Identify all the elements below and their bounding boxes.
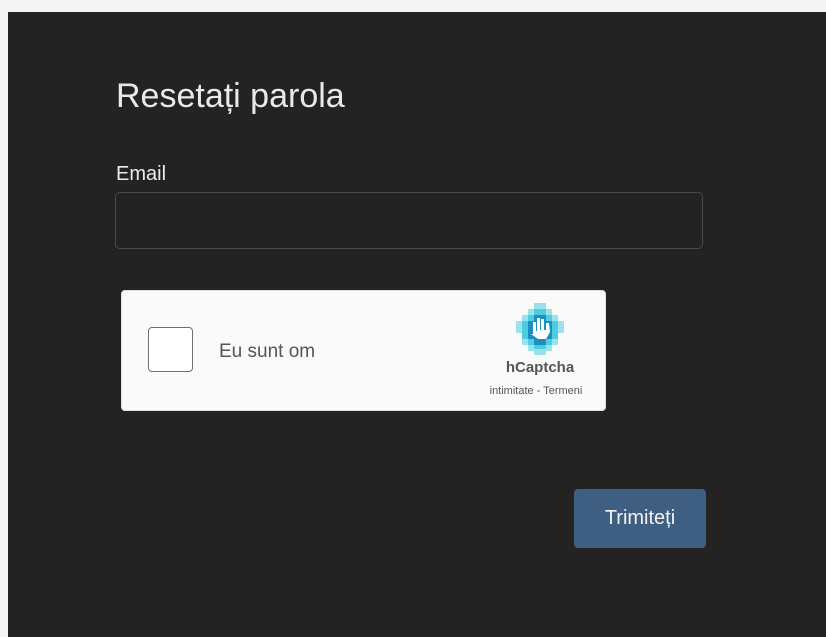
hcaptcha-widget: Eu sunt om hCaptcha intimitate - Termeni [121, 290, 606, 411]
link-separator: - [533, 385, 544, 397]
terms-link[interactable]: Termeni [543, 385, 582, 397]
submit-button[interactable]: Trimiteți [574, 489, 706, 548]
captcha-links: intimitate - Termeni [468, 384, 604, 398]
email-field[interactable] [115, 192, 703, 249]
page-title: Resetați parola [116, 77, 345, 115]
hcaptcha-brand: hCaptcha [505, 359, 575, 376]
email-label: Email [116, 163, 167, 185]
reset-password-panel: Resetați parola Email Eu sunt om hCaptch… [8, 12, 826, 637]
captcha-checkbox[interactable] [148, 327, 193, 372]
captcha-checkbox-label: Eu sunt om [219, 341, 316, 362]
privacy-link[interactable]: intimitate [490, 385, 534, 397]
hcaptcha-hand-icon [516, 303, 564, 355]
